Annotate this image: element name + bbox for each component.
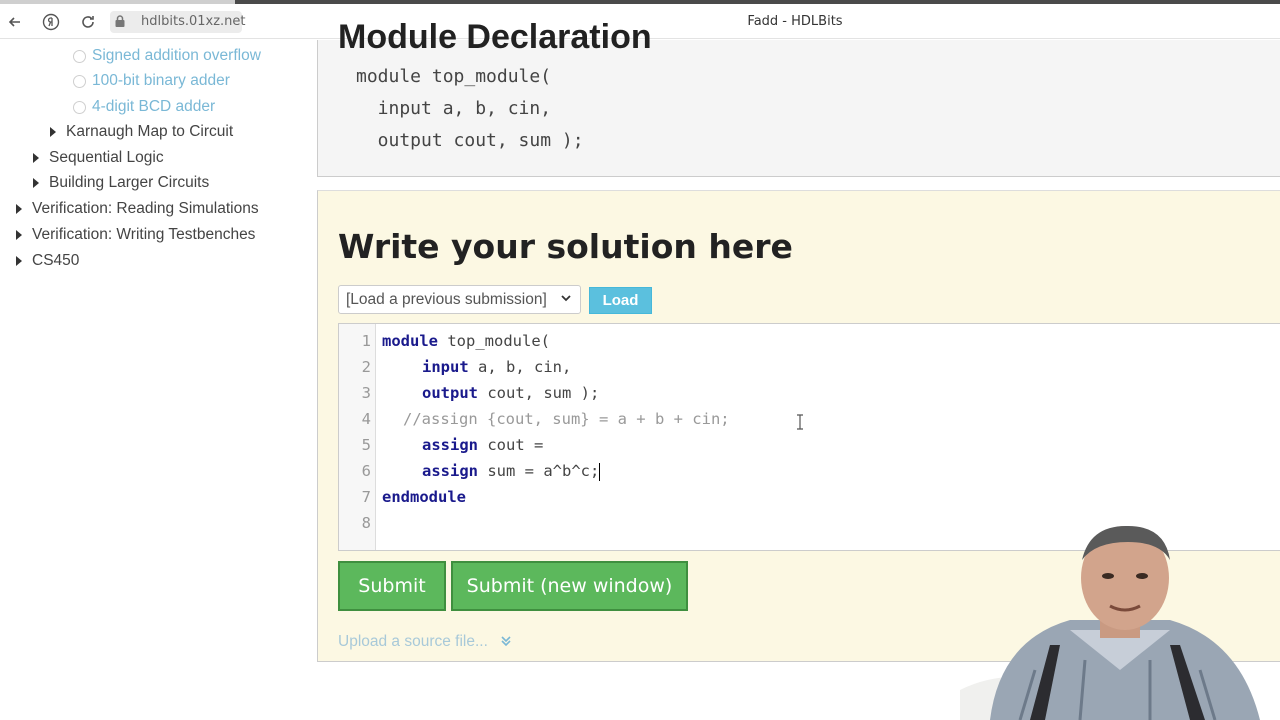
webcam-presenter-overlay (960, 520, 1280, 720)
radio-circle-icon (73, 49, 86, 63)
solution-title: Write your solution here (338, 227, 793, 266)
ibeam-cursor-icon (796, 414, 804, 435)
sidebar-item-sequential-logic[interactable]: Sequential Logic (33, 149, 164, 167)
code-line[interactable]: input a, b, cin, (422, 358, 571, 376)
sidebar-item-verification-writing[interactable]: Verification: Writing Testbenches (16, 226, 255, 244)
line-number: 4 (361, 410, 371, 428)
line-number: 6 (361, 462, 371, 480)
declaration-code-line: module top_module( (356, 66, 552, 87)
code-line[interactable]: endmodule (382, 488, 466, 506)
line-number: 7 (361, 488, 371, 506)
expand-triangle-icon (16, 204, 22, 214)
code-line[interactable]: output cout, sum ); (422, 384, 599, 402)
line-number: 5 (361, 436, 371, 454)
load-button[interactable]: Load (589, 287, 652, 314)
code-editor[interactable]: 1 2 3 4 5 6 7 8 module top_module( input… (338, 323, 1280, 551)
line-number: 3 (361, 384, 371, 402)
code-line[interactable]: assign cout = (422, 436, 543, 454)
expand-triangle-icon (16, 230, 22, 240)
code-line[interactable]: module top_module( (382, 332, 550, 350)
double-chevron-down-icon (500, 634, 512, 650)
line-number: 2 (361, 358, 371, 376)
module-declaration-panel: Module Declaration module top_module( in… (317, 18, 1280, 177)
text-cursor (599, 462, 601, 481)
radio-circle-icon (73, 100, 86, 114)
sidebar-item-building-larger-circuits[interactable]: Building Larger Circuits (33, 174, 209, 192)
sidebar-item-verification-reading[interactable]: Verification: Reading Simulations (16, 200, 259, 218)
line-number: 1 (361, 332, 371, 350)
line-number-gutter: 1 2 3 4 5 6 7 8 (339, 324, 376, 550)
code-line[interactable]: assign sum = a^b^c; (422, 462, 601, 481)
upload-source-link[interactable]: Upload a source file... (338, 633, 512, 651)
sidebar: Signed addition overflow 100-bit binary … (0, 40, 316, 720)
sidebar-item-signed-addition-overflow[interactable]: Signed addition overflow (73, 47, 261, 65)
radio-circle-icon (73, 74, 86, 88)
declaration-code-line: output cout, sum ); (356, 130, 584, 151)
expand-triangle-icon (50, 127, 56, 137)
line-number: 8 (361, 514, 371, 532)
chevron-down-icon (560, 292, 572, 307)
expand-triangle-icon (16, 256, 22, 266)
sidebar-item-100-bit-binary-adder[interactable]: 100-bit binary adder (73, 72, 230, 90)
code-line-comment[interactable]: //assign {cout, sum} = a + b + cin; (403, 410, 730, 428)
declaration-heading: Module Declaration (338, 18, 652, 56)
sidebar-item-4-digit-bcd-adder[interactable]: 4-digit BCD adder (73, 98, 215, 116)
submit-button[interactable]: Submit (338, 561, 446, 611)
declaration-code-line: input a, b, cin, (356, 98, 552, 119)
previous-submission-select[interactable]: [Load a previous submission] (338, 285, 581, 314)
sidebar-item-cs450[interactable]: CS450 (16, 252, 79, 270)
expand-triangle-icon (33, 153, 39, 163)
expand-triangle-icon (33, 178, 39, 188)
sidebar-item-karnaugh-map[interactable]: Karnaugh Map to Circuit (50, 123, 233, 141)
submit-new-window-button[interactable]: Submit (new window) (451, 561, 688, 611)
